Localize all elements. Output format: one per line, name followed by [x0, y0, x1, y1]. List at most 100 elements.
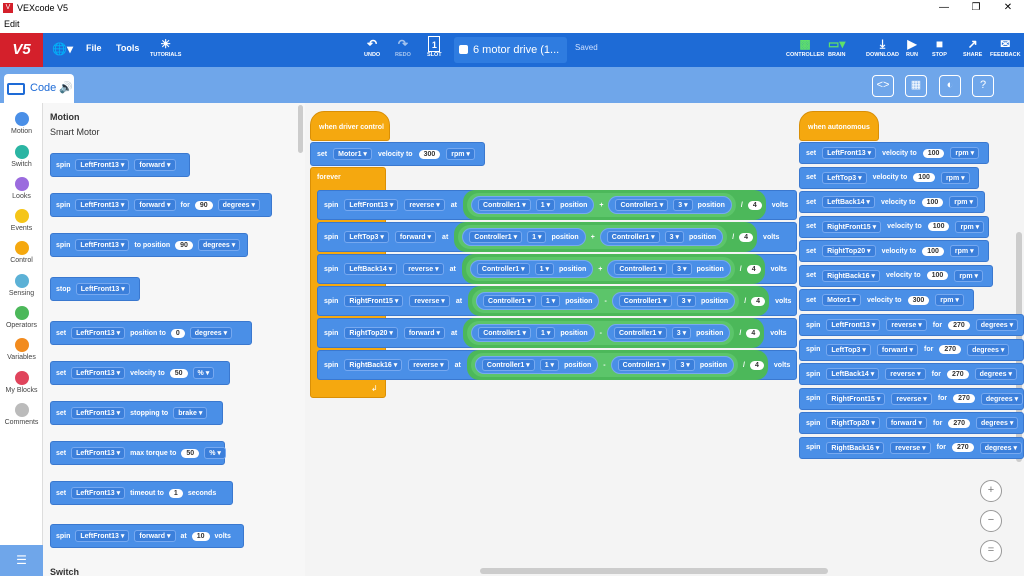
- unit-dropdown[interactable]: rpm: [446, 148, 475, 160]
- motor-dropdown[interactable]: LeftBack14: [826, 368, 880, 380]
- palette-block[interactable]: spin LeftFront13 forward at 10 volts: [50, 524, 244, 548]
- file-menu[interactable]: File: [86, 43, 102, 53]
- set-velocity-block[interactable]: set LeftBack14 velocity to 100 rpm: [799, 191, 985, 213]
- spin-volts-block[interactable]: spin LeftBack14 reverse at Controller1 1 posit…: [317, 254, 797, 284]
- number-input[interactable]: 300: [907, 295, 930, 305]
- motor-dropdown[interactable]: RightFront15: [826, 392, 886, 405]
- project-name-field[interactable]: 6 motor drive (1...: [454, 37, 567, 63]
- arith-operator[interactable]: Controller1 1 position + Controller1 3 positio…: [465, 257, 735, 281]
- number-input[interactable]: 270: [948, 418, 971, 428]
- help-button[interactable]: ?: [972, 75, 994, 97]
- run-button[interactable]: ▶ RUN: [906, 36, 918, 58]
- category-events[interactable]: Events: [0, 209, 43, 232]
- number-input[interactable]: 270: [953, 394, 975, 403]
- category-sensing[interactable]: Sensing: [0, 274, 43, 297]
- category-variables[interactable]: Variables: [0, 338, 43, 361]
- number-input[interactable]: 100: [913, 173, 935, 182]
- stop-button[interactable]: ■ STOP: [932, 36, 947, 58]
- direction-dropdown[interactable]: reverse: [403, 263, 444, 275]
- motor-dropdown[interactable]: LeftFront13: [822, 147, 877, 159]
- spin-for-block[interactable]: spin RightFront15 reverse for 270 degrees: [799, 387, 1024, 410]
- spin-volts-block[interactable]: spin RightTop20 forward at Controller1 1 posit…: [317, 318, 797, 348]
- maximize-icon[interactable]: ❐: [960, 0, 992, 16]
- direction-dropdown[interactable]: forward: [134, 199, 176, 211]
- arith-operator[interactable]: Controller1 1 position - Controller1 3 positio…: [470, 353, 739, 377]
- redo-button[interactable]: ↷ REDO: [395, 36, 411, 58]
- motor-dropdown[interactable]: Motor1: [822, 294, 861, 306]
- motor-dropdown[interactable]: Motor1: [333, 148, 372, 160]
- number-input[interactable]: 270: [952, 443, 974, 452]
- direction-dropdown[interactable]: forward: [394, 231, 437, 243]
- direction-dropdown[interactable]: reverse: [885, 368, 926, 380]
- palette-block[interactable]: stop LeftFront13: [50, 277, 140, 301]
- unit-dropdown[interactable]: rpm: [935, 294, 964, 306]
- unit-dropdown[interactable]: rpm: [949, 245, 979, 257]
- direction-dropdown[interactable]: reverse: [408, 359, 449, 371]
- motor-dropdown[interactable]: LeftTop3: [826, 343, 871, 356]
- axis-dropdown[interactable]: 1: [540, 295, 561, 307]
- category-switch[interactable]: Switch: [0, 145, 43, 168]
- controller-button[interactable]: ▩ CONTROLLER: [786, 36, 824, 58]
- motor-dropdown[interactable]: LeftFront13: [75, 283, 130, 295]
- direction-dropdown[interactable]: reverse: [404, 199, 445, 211]
- spin-for-block[interactable]: spin LeftFront13 reverse for 270 degrees: [799, 314, 1024, 336]
- set-velocity-block[interactable]: set Motor1 velocity to 300 rpm: [799, 289, 974, 311]
- divide-operator[interactable]: Controller1 1 position + Controller1 3 positio…: [462, 190, 766, 220]
- axis-dropdown[interactable]: 1: [534, 263, 555, 275]
- axis-dropdown[interactable]: 3: [664, 231, 684, 243]
- number-input[interactable]: 90: [194, 200, 213, 210]
- unit-dropdown[interactable]: degrees: [974, 368, 1017, 380]
- number-input[interactable]: 90: [175, 240, 193, 250]
- spin-volts-block[interactable]: spin RightFront15 reverse at Controller1 1 pos…: [317, 286, 797, 316]
- direction-dropdown[interactable]: forward: [876, 343, 919, 356]
- controller-axis-position[interactable]: Controller1 1 position: [470, 196, 595, 214]
- motor-dropdown[interactable]: LeftFront13: [71, 487, 126, 499]
- palette-block[interactable]: spin LeftFront13 to position 90 degrees: [50, 233, 248, 257]
- controller-dropdown[interactable]: Controller1: [478, 327, 532, 339]
- controller-dropdown[interactable]: Controller1: [469, 231, 523, 243]
- controller-dropdown[interactable]: Controller1: [606, 231, 660, 243]
- number-input[interactable]: 0: [170, 328, 185, 338]
- controller-dropdown[interactable]: Controller1: [618, 295, 672, 307]
- axis-dropdown[interactable]: 3: [672, 263, 692, 275]
- number-input[interactable]: 300: [418, 149, 441, 159]
- motor-dropdown[interactable]: LeftFront13: [75, 199, 130, 211]
- set-velocity-block[interactable]: set RightBack16 velocity to 100 rpm: [799, 264, 993, 287]
- set-velocity-block[interactable]: set RightFront15 velocity to 100 rpm: [799, 215, 989, 238]
- set-velocity-block[interactable]: set RightTop20 velocity to 100 rpm: [799, 240, 989, 262]
- number-input[interactable]: 4: [746, 328, 761, 338]
- controller-dropdown[interactable]: Controller1: [617, 359, 671, 371]
- controller-dropdown[interactable]: Controller1: [476, 263, 530, 275]
- direction-dropdown[interactable]: reverse: [886, 319, 927, 331]
- motor-dropdown[interactable]: LeftFront13: [75, 239, 130, 251]
- set-velocity-block[interactable]: set Motor1 velocity to 300 rpm: [310, 142, 485, 166]
- unit-dropdown[interactable]: degrees: [197, 239, 241, 251]
- spin-for-block[interactable]: spin LeftBack14 reverse for 270 degrees: [799, 363, 1024, 385]
- number-input[interactable]: 270: [946, 369, 969, 379]
- axis-dropdown[interactable]: 1: [539, 359, 560, 371]
- axis-dropdown[interactable]: 3: [675, 359, 695, 371]
- motor-dropdown[interactable]: RightTop20: [822, 245, 876, 257]
- number-input[interactable]: 50: [181, 448, 200, 458]
- motor-dropdown[interactable]: LeftFront13: [826, 319, 881, 331]
- controller-axis-position[interactable]: Controller1 1 position: [474, 356, 599, 374]
- unit-dropdown[interactable]: degrees: [217, 199, 260, 211]
- number-input[interactable]: 4: [739, 232, 754, 242]
- divide-operator[interactable]: Controller1 1 position + Controller1 3 positio…: [454, 222, 758, 252]
- palette-block[interactable]: set LeftFront13 timeout to 1 seconds: [50, 481, 233, 505]
- direction-dropdown[interactable]: reverse: [891, 392, 932, 405]
- controller-axis-position[interactable]: Controller1 1 position: [476, 292, 600, 310]
- motor-dropdown[interactable]: LeftFront13: [75, 159, 130, 171]
- controller-dropdown[interactable]: Controller1: [481, 359, 535, 371]
- number-input[interactable]: 10: [191, 531, 210, 541]
- palette-block[interactable]: spin LeftFront13 forward: [50, 153, 190, 177]
- tab-code[interactable]: Code 🔊: [4, 74, 74, 103]
- motor-dropdown[interactable]: LeftFront13: [71, 367, 126, 379]
- axis-dropdown[interactable]: 1: [536, 327, 556, 339]
- direction-dropdown[interactable]: reverse: [409, 295, 450, 307]
- close-icon[interactable]: ✕: [992, 0, 1024, 16]
- number-input[interactable]: 50: [169, 368, 188, 378]
- language-button[interactable]: 🌐▾: [52, 42, 73, 56]
- extensions-button[interactable]: ☰: [0, 545, 43, 576]
- controller-axis-position[interactable]: Controller1 3 position: [610, 356, 735, 374]
